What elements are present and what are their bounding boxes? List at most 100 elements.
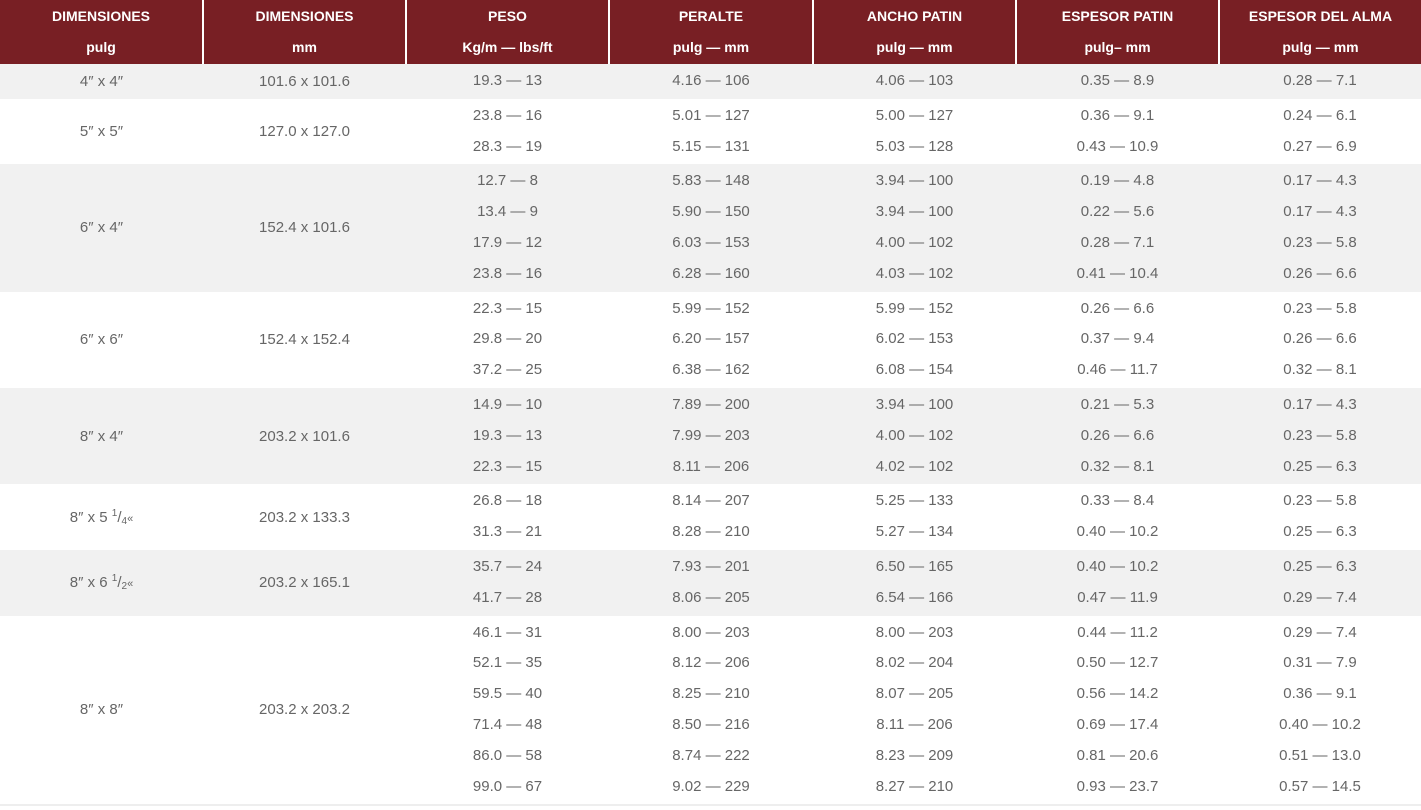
value-line: 8.25 — 210 xyxy=(672,685,750,703)
cell-peralte: 5.99 — 152 6.20 — 157 6.38 — 162 xyxy=(609,291,813,388)
cell-espesor-patin: 0.40 — 10.2 0.47 — 11.9 xyxy=(1016,549,1219,616)
value-line: 0.29 — 7.4 xyxy=(1283,623,1357,641)
value-line: 0.23 — 5.8 xyxy=(1283,299,1357,317)
cell-ancho: 5.00 — 127 5.03 — 128 xyxy=(813,98,1016,165)
value-line: 6.08 — 154 xyxy=(875,361,954,379)
cell-dim-in: 8″ x 5 1/4« xyxy=(0,484,203,550)
cell-ancho: 6.50 — 165 6.54 — 166 xyxy=(813,549,1016,616)
value-line: 6.50 — 165 xyxy=(875,557,954,575)
value-line: 8.11 — 206 xyxy=(876,715,953,733)
cell-dim-mm: 152.4 x 101.6 xyxy=(203,164,406,292)
cell-dim-mm: 203.2 x 165.1 xyxy=(203,549,406,616)
cell-ancho: 4.06 — 103 xyxy=(813,64,1016,99)
cell-espesor-patin: 0.19 — 4.8 0.22 — 5.6 0.28 — 7.1 0.41 — 10.… xyxy=(1016,164,1219,292)
value-line: 0.31 — 7.9 xyxy=(1283,654,1357,672)
table-row: 4″ x 4″ 101.6 x 101.6 19.3 — 13 4.16 — 106 4… xyxy=(0,64,1421,99)
cell-espesor-patin: 0.36 — 9.1 0.43 — 10.9 xyxy=(1016,98,1219,165)
cell-peralte: 5.83 — 148 5.90 — 150 6.03 — 153 6.28 — 160 xyxy=(609,164,813,292)
cell-espesor-alma: 0.17 — 4.3 0.23 — 5.8 0.25 — 6.3 xyxy=(1219,387,1421,485)
cell-peralte: 8.14 — 207 8.28 — 210 xyxy=(609,484,813,550)
value-line: 9.02 — 229 xyxy=(672,777,750,795)
value-line: 0.50 — 12.7 xyxy=(1076,654,1159,672)
cell-espesor-patin: 0.21 — 5.3 0.26 — 6.6 0.32 — 8.1 xyxy=(1016,387,1219,485)
cell-dim-in: 8″ x 8″ xyxy=(0,615,203,805)
header-dim-mm: DIMENSIONES mm xyxy=(202,0,406,64)
value-line: 8.74 — 222 xyxy=(672,746,750,764)
value-line: 0.40 — 10.2 xyxy=(1279,715,1361,733)
value-line: 71.4 — 48 xyxy=(472,715,543,733)
cell-peso: 22.3 — 15 29.8 — 20 37.2 — 25 xyxy=(406,291,609,388)
value-line: 8.11 — 206 xyxy=(672,457,750,475)
value-line: 52.1 — 35 xyxy=(472,654,543,672)
value-line: 0.26 — 6.6 xyxy=(1080,299,1155,317)
value-line: 8.00 — 203 xyxy=(672,623,750,641)
value-line: 0.35 — 8.9 xyxy=(1080,72,1155,89)
value-line: 5.00 — 127 xyxy=(875,106,954,124)
table-row: 8″ x 6 1/2« 203.2 x 165.1 35.7 — 24 41.7 — … xyxy=(0,549,1421,616)
cell-espesor-alma: 0.28 — 7.1 xyxy=(1219,64,1421,99)
cell-dim-mm: 203.2 x 203.2 xyxy=(203,615,406,805)
table-row: 8″ x 8″ 203.2 x 203.2 46.1 — 31 52.1 — 35 59… xyxy=(0,615,1421,805)
cell-espesor-alma: 0.24 — 6.1 0.27 — 6.9 xyxy=(1219,98,1421,165)
value-line: 0.32 — 8.1 xyxy=(1283,361,1357,379)
value-line: 0.24 — 6.1 xyxy=(1283,106,1357,124)
cell-dim-mm: 203.2 x 133.3 xyxy=(203,484,406,550)
value-line: 8.14 — 207 xyxy=(672,492,750,510)
value-line: 0.57 — 14.5 xyxy=(1279,777,1361,795)
value-line: 0.25 — 6.3 xyxy=(1283,457,1357,475)
value-line: 19.3 — 13 xyxy=(472,72,543,89)
value-line: 5.83 — 148 xyxy=(672,172,750,190)
header-ancho-patin: ANCHO PATIN pulg — mm xyxy=(812,0,1016,64)
value-line: 0.37 — 9.4 xyxy=(1080,330,1155,348)
value-line: 0.36 — 9.1 xyxy=(1283,685,1357,703)
value-line: 17.9 — 12 xyxy=(472,233,543,251)
cell-ancho: 5.99 — 152 6.02 — 153 6.08 — 154 xyxy=(813,291,1016,388)
cell-dim-mm: 203.2 x 101.6 xyxy=(203,387,406,485)
cell-dim-in: 4″ x 4″ xyxy=(0,64,203,99)
value-line: 8.06 — 205 xyxy=(672,588,750,606)
header-espesor-patin: ESPESOR PATIN pulg– mm xyxy=(1015,0,1219,64)
value-line: 8.00 — 203 xyxy=(875,623,954,641)
value-line: 6.03 — 153 xyxy=(672,233,750,251)
value-line: 8.28 — 210 xyxy=(672,523,750,541)
value-line: 35.7 — 24 xyxy=(472,557,543,575)
value-line: 5.25 — 133 xyxy=(875,492,954,510)
header-row: DIMENSIONES pulg DIMENSIONES mm PESO Kg/m —… xyxy=(0,0,1421,64)
value-line: 22.3 — 15 xyxy=(472,457,543,475)
cell-dim-in: 6″ x 4″ xyxy=(0,164,203,292)
value-line: 4.06 — 103 xyxy=(875,72,954,89)
value-line: 3.94 — 100 xyxy=(875,172,954,190)
value-line: 22.3 — 15 xyxy=(472,299,543,317)
cell-dim-mm: 127.0 x 127.0 xyxy=(203,98,406,165)
cell-dim-mm: 101.6 x 101.6 xyxy=(203,64,406,99)
value-line: 0.32 — 8.1 xyxy=(1080,457,1155,475)
table-body: 4″ x 4″ 101.6 x 101.6 19.3 — 13 4.16 — 106 4… xyxy=(0,64,1421,805)
value-line: 0.81 — 20.6 xyxy=(1076,746,1159,764)
value-line: 6.54 — 166 xyxy=(875,588,954,606)
header-peso: PESO Kg/m — lbs/ft xyxy=(405,0,609,64)
header-espesor-alma: ESPESOR DEL ALMA pulg — mm xyxy=(1218,0,1421,64)
cell-peralte: 8.00 — 203 8.12 — 206 8.25 — 210 8.50 — 216… xyxy=(609,615,813,805)
cell-espesor-patin: 0.33 — 8.4 0.40 — 10.2 xyxy=(1016,484,1219,550)
value-line: 0.23 — 5.8 xyxy=(1283,426,1357,444)
value-line: 0.26 — 6.6 xyxy=(1283,330,1357,348)
value-line: 7.89 — 200 xyxy=(672,395,750,413)
header-peralte: PERALTE pulg — mm xyxy=(608,0,813,64)
value-line: 0.40 — 10.2 xyxy=(1076,557,1159,575)
value-line: 0.47 — 11.9 xyxy=(1077,588,1158,606)
cell-espesor-patin: 0.44 — 11.2 0.50 — 12.7 0.56 — 14.2 0.69 — … xyxy=(1016,615,1219,805)
cell-ancho: 3.94 — 100 4.00 — 102 4.02 — 102 xyxy=(813,387,1016,485)
value-line: 12.7 — 8 xyxy=(477,172,538,190)
value-line: 0.22 — 5.6 xyxy=(1080,203,1155,221)
value-line: 4.16 — 106 xyxy=(672,72,750,89)
value-line: 28.3 — 19 xyxy=(472,137,543,155)
cell-peso: 46.1 — 31 52.1 — 35 59.5 — 40 71.4 — 48 86.0… xyxy=(406,615,609,805)
cell-dim-in: 6″ x 6″ xyxy=(0,291,203,388)
cell-ancho: 5.25 — 133 5.27 — 134 xyxy=(813,484,1016,550)
value-line: 0.33 — 8.4 xyxy=(1080,492,1155,510)
cell-peso: 14.9 — 10 19.3 — 13 22.3 — 15 xyxy=(406,387,609,485)
cell-dim-in: 8″ x 4″ xyxy=(0,387,203,485)
value-line: 14.9 — 10 xyxy=(472,395,543,413)
table-row: 6″ x 6″ 152.4 x 152.4 22.3 — 15 29.8 — 20 37… xyxy=(0,291,1421,388)
value-line: 23.8 — 16 xyxy=(472,264,543,282)
